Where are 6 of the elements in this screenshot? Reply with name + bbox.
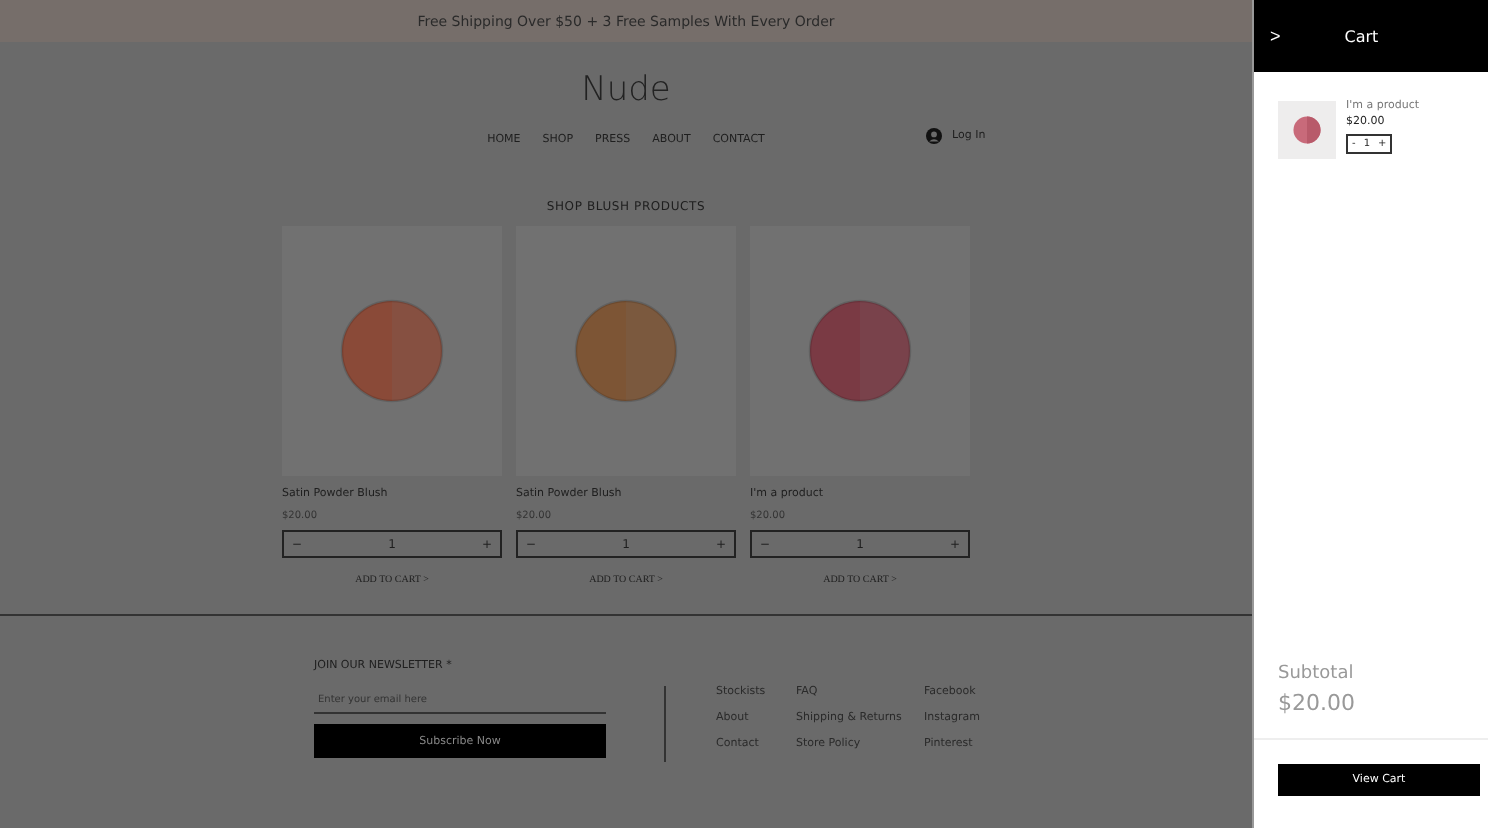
subtotal-amount: $20.00 xyxy=(1254,684,1488,740)
subtotal-label: Subtotal xyxy=(1276,664,1356,684)
user-icon[interactable] xyxy=(926,128,942,144)
site-logo[interactable]: Nude xyxy=(581,70,671,110)
close-cart-button[interactable]: > xyxy=(1270,26,1281,46)
cart-title: Cart xyxy=(1344,27,1379,45)
